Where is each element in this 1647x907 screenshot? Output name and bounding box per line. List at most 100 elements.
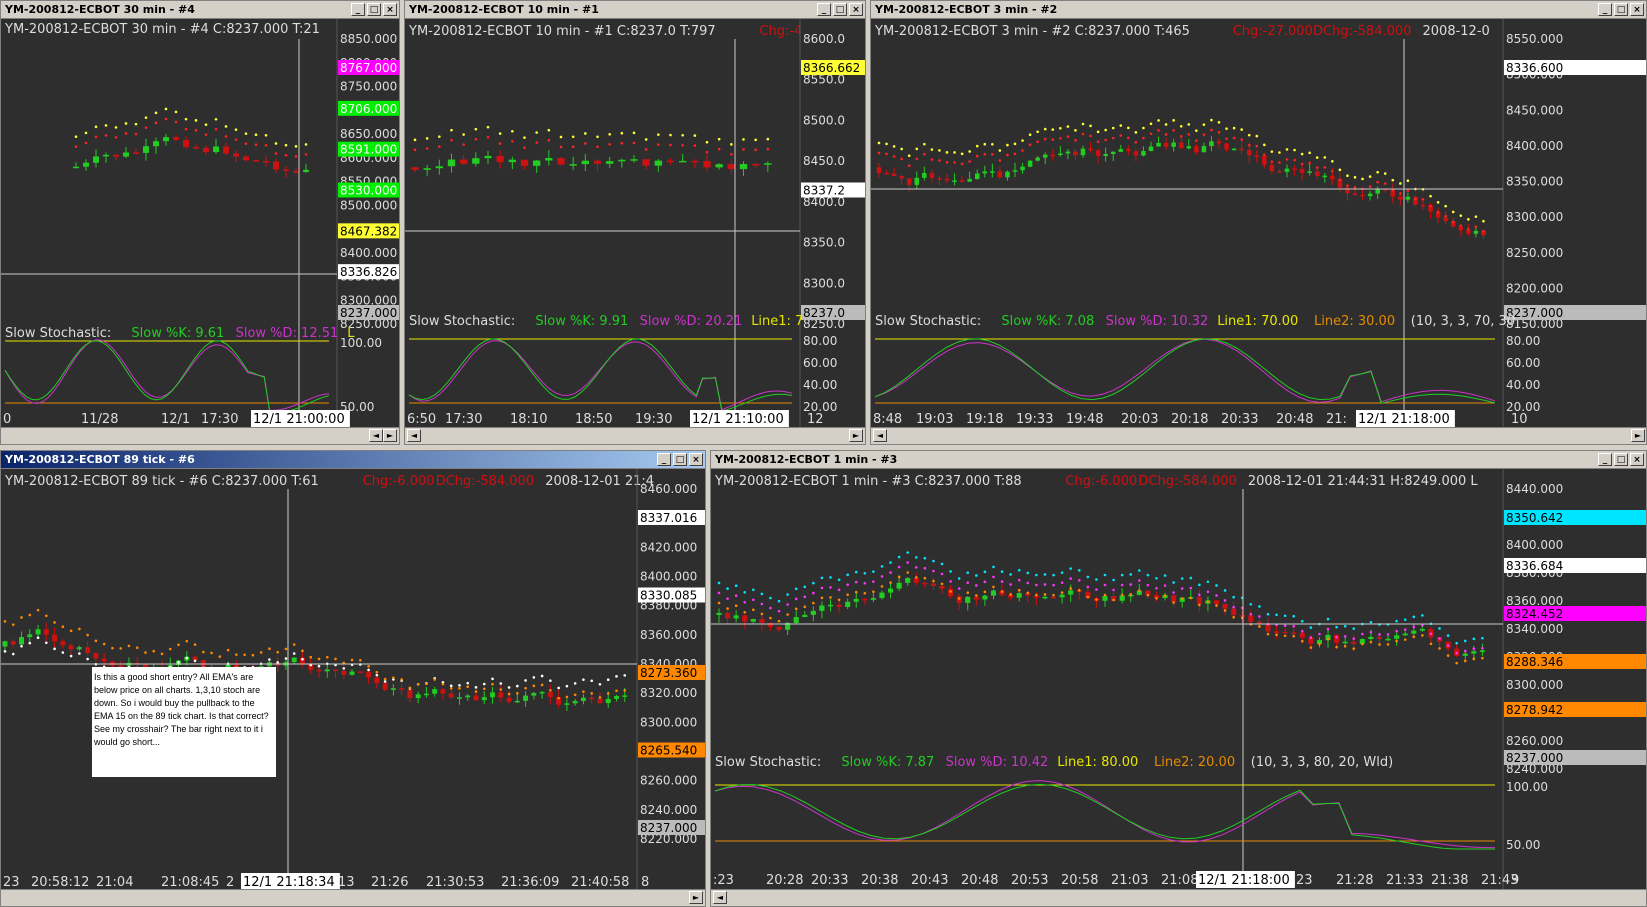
minimize-button[interactable]: _ (817, 3, 831, 16)
cursor-time-label: 12/1 21:18:34 (243, 875, 335, 890)
ema-dot (1009, 573, 1012, 576)
minimize-button[interactable]: _ (1598, 453, 1612, 466)
ema-dot (930, 148, 934, 151)
ema-dot (294, 155, 298, 158)
candle-body (819, 605, 825, 611)
price-chart[interactable]: YM-200812-ECBOT 1 min - #3 C:8237.000 T:… (711, 469, 1647, 892)
horizontal-scrollbar[interactable]: ► (1, 889, 705, 906)
close-button[interactable]: × (849, 3, 863, 16)
candle-body (1080, 148, 1086, 156)
ema-dot (880, 565, 884, 568)
maximize-button[interactable]: □ (1614, 3, 1628, 16)
scroll-right-button[interactable]: ► (689, 891, 703, 904)
maximize-button[interactable]: □ (1614, 453, 1628, 466)
candle-body (506, 697, 512, 702)
ema-dot (559, 135, 563, 139)
candle-body (997, 171, 1003, 178)
time-tick-label: 20:48 (961, 873, 998, 888)
maximize-button[interactable]: □ (367, 3, 381, 16)
horizontal-scrollbar[interactable]: ◄ ► (405, 427, 865, 444)
price-chart[interactable]: YM-200812-ECBOT 10 min - #1 C:8237.0 T:7… (405, 19, 866, 430)
ema-dot (829, 596, 832, 599)
scroll-left-button[interactable]: ◄ (873, 429, 887, 442)
ema-dot (1006, 143, 1009, 147)
close-button[interactable]: × (689, 453, 703, 466)
price-tick-label: 8260.000 (640, 774, 697, 788)
horizontal-scrollbar[interactable]: ◄ ► (871, 427, 1646, 444)
minimize-button[interactable]: _ (657, 453, 671, 466)
cursor-time-label: 12/1 21:18:00 (1358, 412, 1450, 427)
scroll-right-button[interactable]: ► (1631, 429, 1645, 442)
horizontal-scrollbar[interactable]: ◄ (711, 889, 1646, 906)
candle-body (759, 618, 765, 623)
candle-body (1126, 149, 1131, 152)
price-tick-label: 8320.000 (640, 686, 697, 700)
candle-body (341, 670, 347, 675)
ema-dot (846, 593, 849, 597)
window-title[interactable]: YM-200812-ECBOT 89 tick - #6 _ □ × (1, 451, 705, 469)
ema-dot (1352, 647, 1356, 650)
candle-body (547, 691, 553, 698)
ema-dot (102, 642, 106, 646)
chart-window-30min[interactable]: YM-200812-ECBOT 30 min - #4 _ □ × YM-20081… (0, 0, 400, 445)
ema-dot (1247, 143, 1251, 147)
candle-body (1277, 171, 1282, 173)
ema-dot (889, 561, 892, 564)
price-chart[interactable]: YM-200812-ECBOT 3 min - #2 C:8237.000 T:… (871, 19, 1647, 430)
ema-dot (932, 579, 935, 583)
candle-body (490, 692, 496, 698)
minimize-button[interactable]: _ (1598, 3, 1612, 16)
chart-header-text: YM-200812-ECBOT 30 min - #4 C:8237.000 T… (4, 22, 320, 37)
candle-body (1196, 597, 1202, 604)
ema-dot (1129, 573, 1133, 576)
window-title[interactable]: YM-200812-ECBOT 30 min - #4 _ □ × (1, 1, 399, 19)
candle-body (896, 582, 902, 589)
ema-dot (547, 128, 551, 132)
price-tick-label: 8240.000 (640, 803, 697, 817)
chart-window-1min[interactable]: YM-200812-ECBOT 1 min - #3 _ □ × YM-200812… (710, 450, 1647, 907)
chart-header-text: YM-200812-ECBOT 3 min - #2 C:8237.000 T:… (874, 24, 1190, 39)
close-button[interactable]: × (1630, 453, 1644, 466)
chart-window-89tick[interactable]: YM-200812-ECBOT 89 tick - #6 _ □ × YM-2008… (0, 450, 706, 907)
ema-dot (877, 141, 881, 145)
maximize-button[interactable]: □ (833, 3, 847, 16)
candle-body (545, 158, 553, 161)
scroll-left-button[interactable]: ◄ (369, 429, 383, 442)
candle-body (83, 162, 89, 167)
ema-dot (276, 650, 279, 654)
candle-body (1322, 175, 1328, 178)
ema-dot (254, 143, 258, 147)
ema-dot (1172, 119, 1175, 122)
annotation-note[interactable]: Is this a good short entry? All EMA's ar… (92, 667, 276, 777)
ema-dot (185, 639, 189, 643)
price-tick-label: 8450.0 (803, 154, 845, 168)
minimize-button[interactable]: _ (351, 3, 365, 16)
ema-dot (957, 597, 961, 600)
window-title[interactable]: YM-200812-ECBOT 3 min - #2 _ □ × (871, 1, 1646, 19)
close-button[interactable]: × (383, 3, 397, 16)
ema-dot (945, 161, 949, 164)
ema-dot (966, 591, 970, 595)
horizontal-scrollbar[interactable]: ◄ ► (1, 427, 399, 444)
scroll-left-button[interactable]: ◄ (407, 429, 421, 442)
close-button[interactable]: × (1630, 3, 1644, 16)
ema-dot (124, 122, 128, 125)
chart-window-3min[interactable]: YM-200812-ECBOT 3 min - #2 _ □ × YM-200812… (870, 0, 1647, 445)
window-title[interactable]: YM-200812-ECBOT 10 min - #1 _ □ × (405, 1, 865, 19)
ema-dot (940, 572, 944, 576)
maximize-button[interactable]: □ (673, 453, 687, 466)
ema-dot (450, 128, 453, 132)
price-chart[interactable]: YM-200812-ECBOT 30 min - #4 C:8237.000 T… (1, 19, 400, 430)
ema-dot (1146, 573, 1150, 577)
scroll-right-button[interactable]: ► (849, 429, 863, 442)
chart-window-10min[interactable]: YM-200812-ECBOT 10 min - #1 _ □ × YM-20081… (404, 0, 866, 445)
ema-dot (992, 585, 995, 589)
candle-body (1102, 596, 1108, 601)
window-title[interactable]: YM-200812-ECBOT 1 min - #3 _ □ × (711, 451, 1646, 469)
ema-dot (1247, 133, 1251, 137)
candle-body (879, 592, 885, 599)
ema-dot (1395, 629, 1398, 633)
scroll-left-button[interactable]: ◄ (713, 891, 727, 904)
scroll-right-button[interactable]: ► (383, 429, 397, 442)
ema-dot (1472, 637, 1476, 641)
